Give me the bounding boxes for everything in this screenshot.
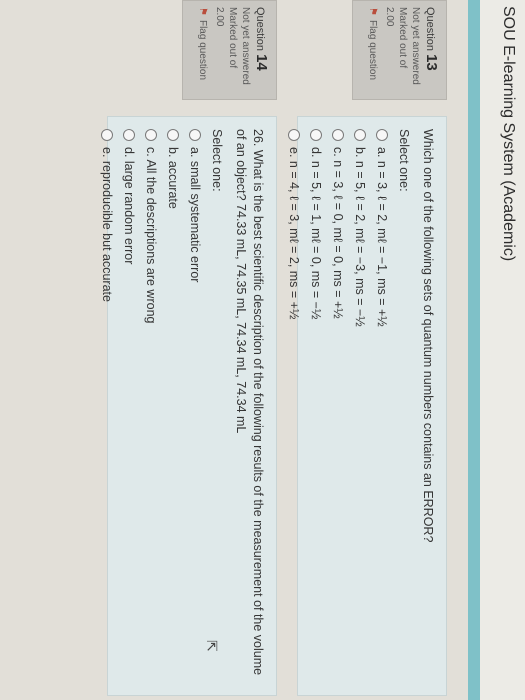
radio-icon[interactable] bbox=[332, 129, 345, 141]
question-14-marked-label: Marked out of bbox=[227, 7, 238, 69]
flag-icon: ⚑ bbox=[367, 7, 378, 16]
question-14-marked-value: 2.00 bbox=[214, 7, 225, 27]
question-13-option-b[interactable]: b. n = 5, ℓ = 2, mℓ = −3, ms = −½ bbox=[349, 129, 371, 683]
flag-icon: ⚑ bbox=[197, 7, 208, 16]
radio-icon[interactable] bbox=[123, 129, 136, 141]
question-13-info: Question 13 Not yet answered Marked out … bbox=[352, 0, 447, 100]
mouse-pointer-icon: ⇱ bbox=[204, 640, 220, 652]
question-14-option-b[interactable]: b. accurate bbox=[162, 129, 184, 683]
question-14-select-label: Select one: bbox=[210, 129, 225, 192]
question-13-text: Which one of the following sets of quant… bbox=[421, 129, 435, 543]
site-title: SOU E-learning System (Academic) bbox=[500, 6, 517, 262]
question-13-marked-value: 2.00 bbox=[384, 7, 395, 27]
radio-icon[interactable] bbox=[167, 129, 180, 141]
page-stage: SOU E-learning System (Academic) Questio… bbox=[0, 0, 525, 700]
question-13-content: Which one of the following sets of quant… bbox=[287, 116, 447, 696]
question-14-number: Question 14 bbox=[253, 7, 270, 71]
question-13-option-d[interactable]: d. n = 5, ℓ = 1, mℓ = 0, ms = −½ bbox=[305, 129, 327, 683]
radio-icon[interactable] bbox=[101, 129, 114, 141]
radio-icon[interactable] bbox=[145, 129, 158, 141]
question-14-option-a[interactable]: a. small systematic error bbox=[184, 129, 206, 683]
question-14-info: Question 14 Not yet answered Marked out … bbox=[182, 0, 277, 100]
question-14-flag[interactable]: ⚑ Flag question bbox=[197, 7, 208, 93]
header-accent-strip bbox=[468, 0, 480, 700]
question-14-text: 26. What is the best scientific descript… bbox=[234, 129, 265, 676]
radio-icon[interactable] bbox=[310, 129, 323, 141]
question-14-option-e[interactable]: e. reproducible but accurate bbox=[96, 129, 118, 683]
question-13-option-e[interactable]: e. n = 4, ℓ = 3, mℓ = 2, ms = +½ bbox=[283, 129, 305, 683]
question-13-status: Not yet answered bbox=[410, 7, 421, 85]
radio-icon[interactable] bbox=[354, 129, 367, 141]
question-14-status: Not yet answered bbox=[240, 7, 251, 85]
question-13-flag[interactable]: ⚑ Flag question bbox=[367, 7, 378, 93]
question-13-marked-label: Marked out of bbox=[397, 7, 408, 69]
question-14-option-c[interactable]: c. All the descriptions are wrong bbox=[140, 129, 162, 683]
question-13-number: Question 13 bbox=[423, 7, 440, 71]
question-14-option-d[interactable]: d. large random error bbox=[118, 129, 140, 683]
question-13-select-label: Select one: bbox=[397, 129, 412, 192]
radio-icon[interactable] bbox=[288, 129, 301, 141]
question-14-content: 26. What is the best scientific descript… bbox=[100, 116, 277, 696]
question-13-option-c[interactable]: c. n = 3, ℓ = 0, mℓ = 0, ms = +½ bbox=[327, 129, 349, 683]
radio-icon[interactable] bbox=[189, 129, 202, 141]
radio-icon[interactable] bbox=[376, 129, 389, 141]
header-bar: SOU E-learning System (Academic) bbox=[479, 0, 525, 700]
question-13-option-a[interactable]: a. n = 3, ℓ = 2, mℓ = −1, ms = +½ bbox=[371, 129, 393, 683]
